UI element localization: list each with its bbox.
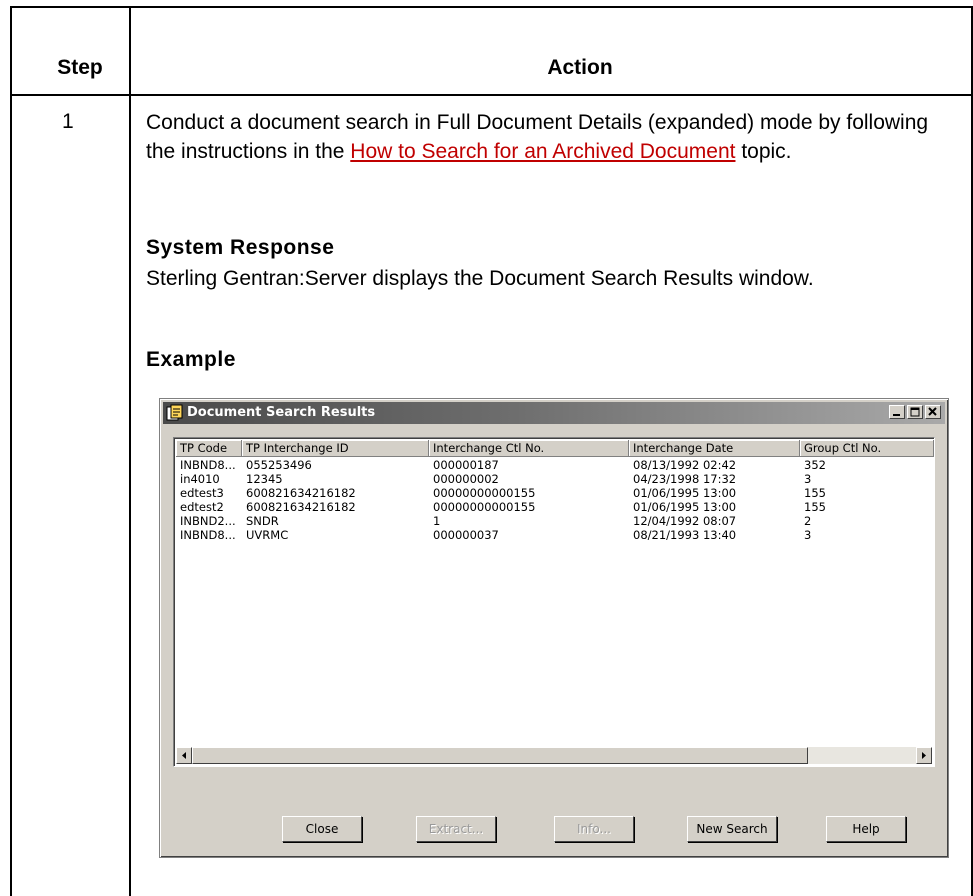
cell-interchange-ctl-no: 00000000000155 — [433, 500, 536, 514]
header-action: Action — [547, 56, 613, 79]
scroll-left-button[interactable] — [176, 747, 192, 764]
cell-tp-code: INBND8... — [180, 458, 236, 472]
cell-tp-code: edtest3 — [180, 486, 224, 500]
cell-interchange-date: 08/13/1992 02:42 — [633, 458, 737, 472]
table-header-divider — [10, 94, 973, 96]
cell-group-ctl-no: 155 — [804, 500, 826, 514]
cell-tp-interchange-id: 600821634216182 — [246, 486, 356, 500]
document-search-results-window: Document Search Results TP Code TP Inter… — [159, 398, 949, 858]
new-search-button[interactable]: New Search — [687, 816, 777, 842]
cell-group-ctl-no: 155 — [804, 486, 826, 500]
maximize-button[interactable] — [907, 405, 923, 419]
cell-tp-interchange-id: SNDR — [246, 514, 279, 528]
table-row[interactable]: edtest3 600821634216182 00000000000155 0… — [176, 486, 932, 500]
arrow-left-icon — [182, 752, 186, 759]
scroll-right-button[interactable] — [916, 747, 932, 764]
cell-interchange-date: 12/04/1992 08:07 — [633, 514, 737, 528]
header-step: Step — [57, 56, 103, 79]
table-border-left — [10, 6, 12, 896]
cell-interchange-date: 04/23/1998 17:32 — [633, 472, 737, 486]
results-list[interactable]: TP Code TP Interchange ID Interchange Ct… — [173, 437, 935, 767]
extract-button[interactable]: Extract... — [416, 816, 496, 842]
example-heading: Example — [146, 348, 236, 371]
scrollbar-thumb[interactable] — [192, 747, 808, 764]
cell-tp-interchange-id: 055253496 — [246, 458, 312, 472]
cell-interchange-date: 08/21/1993 13:40 — [633, 528, 737, 542]
cell-tp-code: INBND2... — [180, 514, 236, 528]
table-row[interactable]: edtest2 600821634216182 00000000000155 0… — [176, 500, 932, 514]
cell-group-ctl-no: 3 — [804, 528, 812, 542]
info-button[interactable]: Info... — [554, 816, 634, 842]
table-row[interactable]: INBND8... 055253496 000000187 08/13/1992… — [176, 458, 932, 472]
close-window-button[interactable] — [925, 405, 941, 419]
table-row[interactable]: in4010 12345 000000002 04/23/1998 17:32 … — [176, 472, 932, 486]
column-header-interchange-ctl-no[interactable]: Interchange Ctl No. — [429, 440, 629, 457]
cell-tp-interchange-id: 600821634216182 — [246, 500, 356, 514]
cell-tp-code: edtest2 — [180, 500, 224, 514]
arrow-right-icon — [922, 752, 926, 759]
cell-group-ctl-no: 2 — [804, 514, 812, 528]
table-column-divider — [129, 6, 131, 896]
minimize-icon — [893, 414, 900, 416]
column-header-tp-interchange-id[interactable]: TP Interchange ID — [242, 440, 429, 457]
window-title: Document Search Results — [187, 405, 376, 420]
cell-interchange-ctl-no: 000000037 — [433, 528, 499, 542]
cell-interchange-ctl-no: 000000187 — [433, 458, 499, 472]
instruction-text-end: topic. — [735, 140, 792, 163]
column-header-interchange-date[interactable]: Interchange Date — [629, 440, 800, 457]
cell-tp-interchange-id: UVRMC — [246, 528, 289, 542]
system-response-heading: System Response — [146, 236, 335, 259]
column-header-tp-code[interactable]: TP Code — [176, 440, 242, 457]
cell-tp-code: INBND8... — [180, 528, 236, 542]
column-header-group-ctl-no[interactable]: Group Ctl No. — [800, 440, 934, 457]
table-border-top — [10, 6, 973, 8]
help-button[interactable]: Help — [826, 816, 906, 842]
cell-interchange-ctl-no: 000000002 — [433, 472, 499, 486]
cell-interchange-ctl-no: 00000000000155 — [433, 486, 536, 500]
cell-group-ctl-no: 352 — [804, 458, 826, 472]
maximize-icon — [910, 407, 920, 417]
cell-interchange-date: 01/06/1995 13:00 — [633, 486, 737, 500]
system-response-text: Sterling Gentran:Server displays the Doc… — [146, 267, 814, 290]
close-button[interactable]: Close — [282, 816, 362, 842]
table-row[interactable]: INBND2... SNDR 1 12/04/1992 08:07 2 — [176, 514, 932, 528]
cell-tp-interchange-id: 12345 — [246, 472, 283, 486]
cell-interchange-date: 01/06/1995 13:00 — [633, 500, 737, 514]
cell-group-ctl-no: 3 — [804, 472, 812, 486]
cell-interchange-ctl-no: 1 — [433, 514, 441, 528]
list-header: TP Code TP Interchange ID Interchange Ct… — [176, 440, 934, 457]
list-rows: INBND8... 055253496 000000187 08/13/1992… — [176, 458, 932, 542]
step-number: 1 — [62, 110, 74, 133]
minimize-button[interactable] — [889, 405, 905, 419]
window-titlebar[interactable]: Document Search Results — [163, 402, 945, 424]
close-icon — [928, 407, 937, 416]
app-icon — [166, 404, 183, 421]
cell-tp-code: in4010 — [180, 472, 220, 486]
search-topic-link[interactable]: How to Search for an Archived Document — [350, 140, 735, 163]
table-row[interactable]: INBND8... UVRMC 000000037 08/21/1993 13:… — [176, 528, 932, 542]
horizontal-scrollbar[interactable] — [176, 747, 932, 764]
instruction-paragraph: Conduct a document search in Full Docume… — [146, 108, 956, 166]
